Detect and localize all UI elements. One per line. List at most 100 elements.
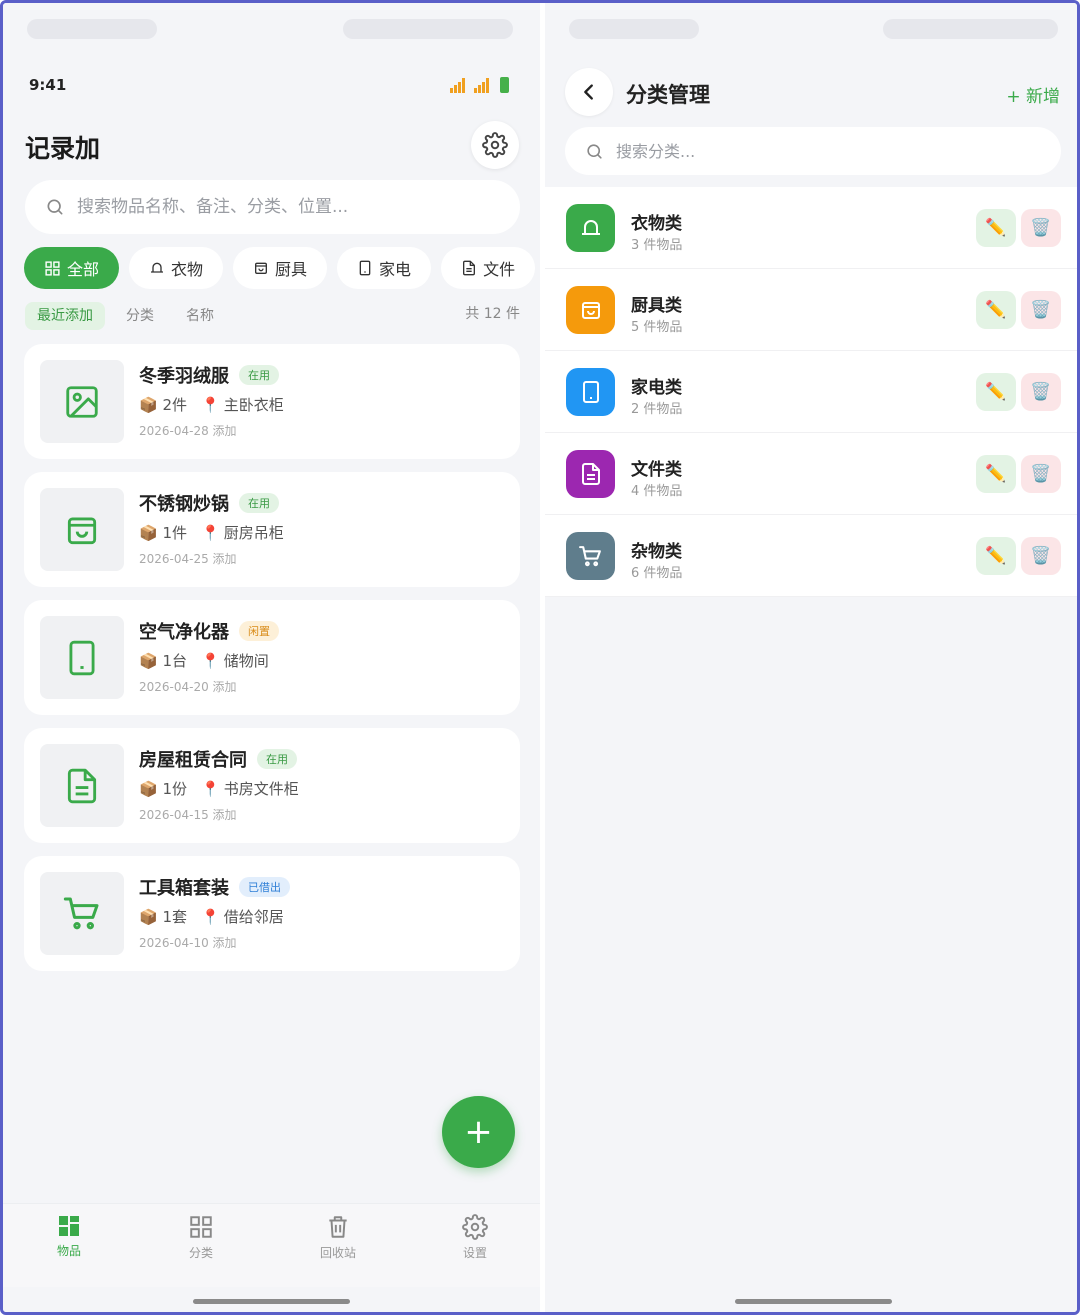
app-title: 记录加 — [25, 134, 101, 163]
edit-category-button[interactable]: ✏️ — [976, 455, 1016, 493]
item-search-bar[interactable] — [25, 180, 520, 234]
tab-items[interactable]: 物品 — [29, 1214, 109, 1259]
sort-category[interactable]: 分类 — [126, 302, 154, 330]
item-date: 2026-04-10 添加 — [139, 936, 237, 950]
chip-all[interactable]: 全部 — [24, 247, 120, 289]
category-header: 分类管理 + 新增 — [545, 55, 1077, 187]
battery-icon — [500, 77, 509, 93]
add-category-button[interactable]: + 新增 — [1006, 82, 1060, 107]
item-date: 2026-04-15 添加 — [139, 808, 237, 822]
delete-category-button[interactable]: 🗑️ — [1021, 209, 1061, 247]
add-item-button[interactable]: + — [442, 1096, 515, 1168]
tablet-icon — [582, 381, 599, 403]
cart-icon — [579, 545, 601, 566]
status-bar-left — [569, 19, 699, 39]
item-quantity: 1件 — [162, 524, 188, 542]
pin-icon: 📍 — [201, 780, 220, 798]
item-card[interactable]: 工具箱套装 已借出 📦 1套 📍 借给邻居 2026-04-10 添加 — [24, 856, 520, 971]
bell-icon — [581, 220, 600, 235]
item-location: 书房文件柜 — [223, 780, 299, 798]
edit-category-button[interactable]: ✏️ — [976, 373, 1016, 411]
pencil-icon: ✏️ — [985, 382, 1007, 402]
item-quantity: 2件 — [162, 396, 188, 414]
item-card[interactable]: 不锈钢炒锅 在用 📦 1件 📍 厨房吊柜 2026-04-25 添加 — [24, 472, 520, 587]
pencil-icon: ✏️ — [985, 300, 1007, 320]
trash-icon: 🗑️ — [1030, 218, 1052, 238]
home-indicator[interactable] — [735, 1299, 892, 1304]
sort-name[interactable]: 名称 — [186, 302, 214, 330]
chip-label: 衣物 — [171, 260, 204, 279]
category-icon-tile — [566, 532, 615, 580]
edit-category-button[interactable]: ✏️ — [976, 291, 1016, 329]
category-row[interactable]: 家电类 2 件物品 ✏️ 🗑️ — [545, 351, 1077, 433]
category-icon-tile — [566, 286, 615, 334]
sort-recent[interactable]: 最近添加 — [25, 302, 105, 330]
edit-category-button[interactable]: ✏️ — [976, 209, 1016, 247]
item-card[interactable]: 空气净化器 闲置 📦 1台 📍 储物间 2026-04-20 添加 — [24, 600, 520, 715]
item-name-row: 空气净化器 闲置 — [139, 618, 279, 644]
trash-icon: 🗑️ — [1030, 546, 1052, 566]
delete-category-button[interactable]: 🗑️ — [1021, 373, 1061, 411]
chip-clothing[interactable]: 衣物 — [129, 247, 224, 289]
item-meta: 📦 1台 📍 储物间 — [139, 650, 269, 671]
item-date: 2026-04-20 添加 — [139, 680, 237, 694]
box-icon: 📦 — [139, 652, 158, 670]
bag-icon — [255, 262, 268, 274]
tab-settings[interactable]: 设置 — [435, 1214, 515, 1261]
category-count: 4 件物品 — [631, 484, 683, 499]
pencil-icon: ✏️ — [985, 218, 1007, 238]
item-date: 2026-04-25 添加 — [139, 552, 237, 566]
chip-label: 家电 — [379, 260, 412, 279]
chip-kitchenware[interactable]: 厨具 — [233, 247, 328, 289]
tab-recycle-bin[interactable]: 回收站 — [298, 1214, 378, 1261]
signal-icon — [473, 77, 491, 93]
category-row[interactable]: 杂物类 6 件物品 ✏️ 🗑️ — [545, 515, 1077, 597]
category-row[interactable]: 文件类 4 件物品 ✏️ 🗑️ — [545, 433, 1077, 515]
category-list: 衣物类 3 件物品 ✏️ 🗑️ 厨具类 5 件物品 ✏️ 🗑️ 家电类 2 件物… — [545, 187, 1077, 597]
item-quantity: 1台 — [162, 652, 188, 670]
pin-icon: 📍 — [201, 652, 220, 670]
delete-category-button[interactable]: 🗑️ — [1021, 291, 1061, 329]
category-row[interactable]: 衣物类 3 件物品 ✏️ 🗑️ — [545, 187, 1077, 269]
document-icon — [67, 768, 97, 803]
category-count: 5 件物品 — [631, 320, 683, 335]
category-name: 杂物类 — [631, 542, 682, 562]
pin-icon: 📍 — [201, 396, 220, 414]
status-badge: 在用 — [239, 365, 279, 385]
back-button[interactable] — [565, 68, 613, 116]
delete-category-button[interactable]: 🗑️ — [1021, 537, 1061, 575]
chip-documents[interactable]: 文件 — [441, 247, 536, 289]
item-location: 借给邻居 — [223, 908, 284, 926]
category-name: 家电类 — [631, 378, 682, 398]
category-row[interactable]: 厨具类 5 件物品 ✏️ 🗑️ — [545, 269, 1077, 351]
item-total-count: 共 12 件 — [465, 306, 520, 322]
home-indicator[interactable] — [193, 1299, 350, 1304]
settings-button[interactable] — [471, 121, 519, 169]
item-name: 房屋租赁合同 — [139, 750, 247, 771]
item-card[interactable]: 冬季羽绒服 在用 📦 2件 📍 主卧衣柜 2026-04-28 添加 — [24, 344, 520, 459]
item-thumbnail — [40, 744, 124, 827]
chip-appliances[interactable]: 家电 — [337, 247, 432, 289]
category-icon-tile — [566, 368, 615, 416]
item-meta: 📦 1件 📍 厨房吊柜 — [139, 522, 284, 543]
category-count: 2 件物品 — [631, 402, 683, 417]
status-bar-right — [883, 19, 1058, 39]
item-date: 2026-04-28 添加 — [139, 424, 237, 438]
delete-category-button[interactable]: 🗑️ — [1021, 455, 1061, 493]
edit-category-button[interactable]: ✏️ — [976, 537, 1016, 575]
category-count: 3 件物品 — [631, 238, 683, 253]
tab-categories[interactable]: 分类 — [161, 1214, 241, 1261]
item-thumbnail — [40, 488, 124, 571]
item-location: 储物间 — [223, 652, 269, 670]
item-quantity: 1份 — [162, 780, 188, 798]
item-name-row: 不锈钢炒锅 在用 — [139, 490, 279, 516]
item-card[interactable]: 房屋租赁合同 在用 📦 1份 📍 书房文件柜 2026-04-15 添加 — [24, 728, 520, 843]
category-search-bar[interactable] — [565, 127, 1061, 175]
tab-label: 分类 — [188, 1246, 213, 1260]
item-search-input[interactable] — [77, 197, 477, 217]
items-icon — [59, 1216, 79, 1236]
item-name-row: 冬季羽绒服 在用 — [139, 362, 279, 388]
trash-icon: 🗑️ — [1030, 300, 1052, 320]
document-icon — [463, 260, 476, 276]
category-search-input[interactable] — [616, 141, 1016, 161]
